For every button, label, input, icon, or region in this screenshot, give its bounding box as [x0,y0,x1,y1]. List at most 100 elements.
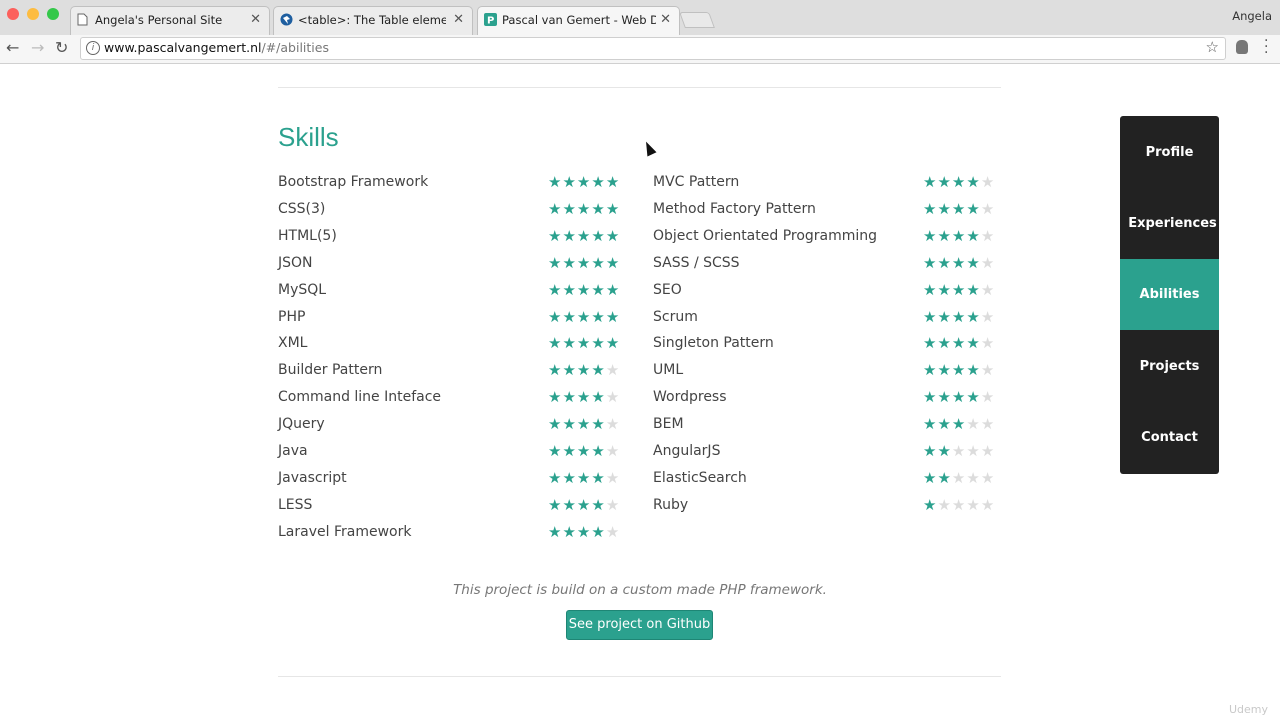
minimize-window-button[interactable] [27,8,39,20]
star-icon: ★ [576,468,592,487]
star-icon: ★ [591,334,606,353]
skill-rating: ★★★★★ [548,388,620,406]
site-p-icon: P [484,13,497,27]
skill-rating: ★★★★★ [923,388,995,406]
nav-item-abilities[interactable]: Abilities [1120,259,1219,330]
star-icon: ★ [605,415,621,434]
star-icon: ★ [591,173,606,191]
star-icon: ★ [951,253,967,272]
star-icon: ★ [937,361,952,380]
browser-tab-1[interactable]: Angela's Personal Site ✕ [70,6,270,35]
skill-rating: ★★★★★ [548,361,620,379]
star-icon: ★ [605,253,621,272]
skill-name: Object Orientated Programming [653,227,878,244]
address-bar[interactable]: i www.pascalvangemert.nl/#/abilities ☆ [80,37,1226,60]
star-icon: ★ [562,522,577,541]
star-icon: ★ [980,415,996,434]
url-text[interactable]: www.pascalvangemert.nl/#/abilities [104,40,329,55]
star-icon: ★ [966,280,981,299]
nav-item-experiences[interactable]: Experiences [1120,188,1219,259]
skill-rating: ★★★★★ [548,415,620,433]
nav-item-contact[interactable]: Contact [1120,402,1219,473]
browser-tab-3[interactable]: P Pascal van Gemert - Web Deve ✕ [477,6,680,35]
star-icon: ★ [966,334,981,353]
skill-rating: ★★★★★ [923,334,995,352]
star-icon: ★ [923,199,938,218]
star-icon: ★ [576,173,592,191]
star-icon: ★ [937,307,952,326]
tab-label: Pascal van Gemert - Web Deve [502,13,656,27]
star-icon: ★ [937,280,952,299]
skill-name: PHP [278,308,306,325]
star-icon: ★ [576,415,592,434]
star-icon: ★ [923,415,938,434]
star-icon: ★ [548,442,563,460]
star-icon: ★ [562,334,577,353]
star-icon: ★ [980,334,996,353]
divider [278,676,1001,677]
star-icon: ★ [937,173,952,191]
maximize-window-button[interactable] [47,8,59,20]
star-icon: ★ [951,199,967,218]
skill-name: SEO [653,281,682,298]
bookmark-star-icon[interactable]: ☆ [1206,38,1219,56]
skill-rating: ★★★★★ [548,254,620,272]
skill-rating: ★★★★★ [923,361,995,379]
star-icon: ★ [923,468,938,487]
star-icon: ★ [591,522,606,541]
star-icon: ★ [548,361,563,380]
new-tab-button[interactable] [679,12,715,28]
menu-dots-icon[interactable]: · · · [1264,34,1268,60]
star-icon: ★ [937,253,952,272]
profile-name[interactable]: Angela [1232,9,1272,23]
forward-arrow-icon[interactable]: → [31,38,44,57]
star-icon: ★ [937,226,952,245]
star-icon: ★ [966,199,981,218]
star-icon: ★ [937,388,952,407]
info-icon[interactable]: i [86,41,100,55]
tab-label: Angela's Personal Site [95,13,223,27]
skill-rating: ★★★★★ [548,469,620,487]
skill-name: Builder Pattern [278,362,383,379]
browser-tab-2[interactable]: <table>: The Table element - H ✕ [273,6,473,35]
star-icon: ★ [605,495,621,514]
star-icon: ★ [951,388,967,407]
star-icon: ★ [562,361,577,380]
skill-name: SASS / SCSS [653,254,740,271]
star-icon: ★ [548,253,563,272]
close-tab-icon[interactable]: ✕ [660,12,671,27]
nav-item-profile[interactable]: Profile [1120,117,1219,188]
star-icon: ★ [980,280,996,299]
nav-item-projects[interactable]: Projects [1120,331,1219,402]
star-icon: ★ [605,442,621,460]
star-icon: ★ [548,199,563,218]
star-icon: ★ [980,173,996,191]
star-icon: ★ [576,199,592,218]
star-icon: ★ [548,334,563,353]
star-icon: ★ [937,495,952,514]
reload-icon[interactable]: ↻ [55,38,68,57]
close-tab-icon[interactable]: ✕ [453,12,464,27]
skill-name: Bootstrap Framework [278,174,429,190]
back-arrow-icon[interactable]: ← [6,38,19,57]
extension-bug-icon[interactable] [1236,40,1248,54]
star-icon: ★ [605,307,621,326]
skill-name: ElasticSearch [653,469,747,486]
star-icon: ★ [548,173,563,191]
browser-tab-bar: Angela's Personal Site ✕ <table>: The Ta… [0,0,1280,36]
skill-name: JQuery [278,416,325,433]
star-icon: ★ [605,280,621,299]
close-tab-icon[interactable]: ✕ [250,12,261,27]
star-icon: ★ [937,415,952,434]
star-icon: ★ [591,388,606,407]
star-icon: ★ [923,361,938,380]
star-icon: ★ [937,442,952,460]
github-button[interactable]: See project on Github [566,610,713,640]
skill-rating: ★★★★★ [548,442,620,460]
skill-rating: ★★★★★ [548,200,620,218]
tab-label: <table>: The Table element - H [298,13,446,27]
skill-name: Laravel Framework [278,523,412,540]
star-icon: ★ [951,495,967,514]
star-icon: ★ [951,442,967,460]
close-window-button[interactable] [7,8,19,20]
